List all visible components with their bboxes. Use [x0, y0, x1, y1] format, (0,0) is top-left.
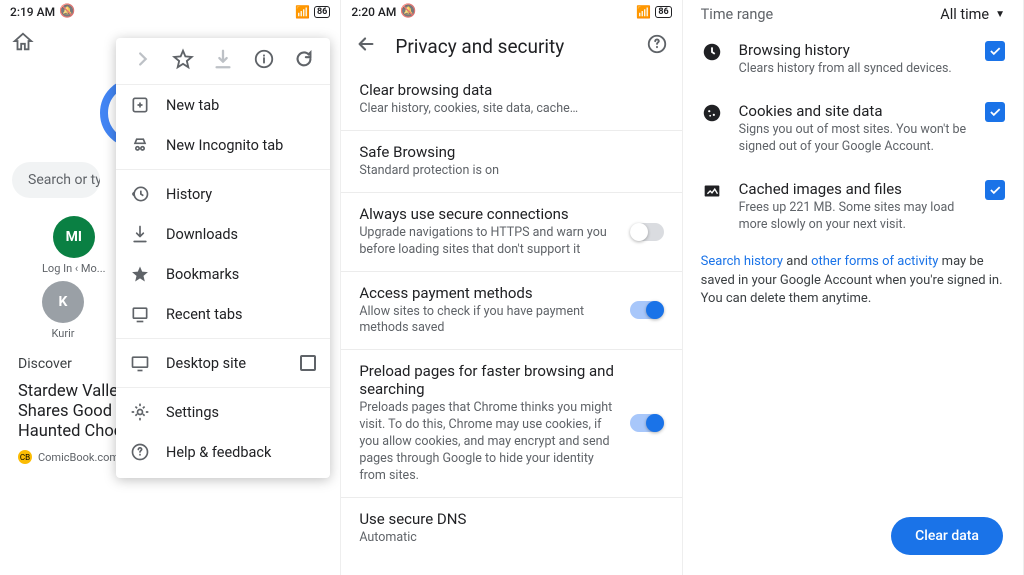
- battery-indicator: 86: [314, 6, 330, 18]
- menu-new-tab[interactable]: New tab: [116, 85, 330, 125]
- dnd-icon: 🔕: [400, 4, 416, 19]
- status-time: 2:19 AM: [10, 5, 55, 19]
- privacy-settings-panel: 2:20 AM 🔕 📶 86 Privacy and security Clea…: [341, 0, 682, 575]
- bookmark-star-icon[interactable]: [172, 48, 194, 74]
- status-time: 2:20 AM: [351, 5, 396, 19]
- menu-help[interactable]: Help & feedback: [116, 432, 330, 472]
- time-range-label: Time range: [701, 6, 774, 23]
- tile-icon: MI: [53, 216, 95, 258]
- cbd-browsing-history[interactable]: Browsing historyClears history from all …: [683, 29, 1023, 90]
- help-icon[interactable]: [646, 33, 668, 59]
- home-with-menu-panel: 2:19 AM 🔕 📶 86 Search or type MI Log In …: [0, 0, 341, 575]
- info-icon[interactable]: [253, 48, 275, 74]
- tile-label: Kurir: [52, 327, 75, 340]
- desktop-site-checkbox[interactable]: [300, 355, 316, 371]
- menu-settings[interactable]: Settings: [116, 392, 330, 432]
- tile-label: Log In ‹ Mo...: [42, 262, 106, 275]
- setting-payment-methods[interactable]: Access payment methodsAllow sites to che…: [341, 272, 681, 351]
- tile-icon: K: [42, 281, 84, 323]
- cookie-icon: [701, 102, 723, 128]
- time-range-value: All time: [940, 6, 989, 23]
- toggle-secure-connections[interactable]: [630, 223, 664, 241]
- clock-icon: [701, 41, 723, 67]
- setting-preload-pages[interactable]: Preload pages for faster browsing and se…: [341, 350, 681, 497]
- download-icon: [212, 48, 234, 74]
- menu-downloads[interactable]: Downloads: [116, 214, 330, 254]
- signal-icon: 📶: [636, 5, 651, 19]
- overflow-menu: New tab New Incognito tab History Downlo…: [116, 38, 330, 478]
- shortcut-tile[interactable]: K Kurir: [42, 281, 84, 340]
- setting-clear-browsing-data[interactable]: Clear browsing dataClear history, cookie…: [341, 69, 681, 131]
- setting-safe-browsing[interactable]: Safe BrowsingStandard protection is on: [341, 131, 681, 193]
- menu-incognito[interactable]: New Incognito tab: [116, 125, 330, 165]
- source-badge-icon: CB: [18, 450, 32, 464]
- search-history-link[interactable]: Search history: [701, 254, 783, 269]
- menu-desktop-site[interactable]: Desktop site: [116, 343, 330, 383]
- menu-history[interactable]: History: [116, 174, 330, 214]
- settings-header: Privacy and security: [341, 23, 681, 69]
- reload-icon[interactable]: [293, 48, 315, 74]
- toggle-payment-methods[interactable]: [630, 301, 664, 319]
- activity-note: Search history and other forms of activi…: [683, 245, 1023, 316]
- checkbox-cached[interactable]: [985, 180, 1005, 200]
- other-activity-link[interactable]: other forms of activity: [811, 254, 938, 269]
- image-icon: [701, 180, 723, 206]
- cbd-cookies[interactable]: Cookies and site dataSigns you out of mo…: [683, 90, 1023, 168]
- clear-browsing-data-panel: Time range All time ▼ Browsing historyCle…: [683, 0, 1024, 575]
- dropdown-icon: ▼: [995, 9, 1005, 20]
- menu-recent-tabs[interactable]: Recent tabs: [116, 294, 330, 334]
- checkbox-browsing-history[interactable]: [985, 41, 1005, 61]
- menu-bookmarks[interactable]: Bookmarks: [116, 254, 330, 294]
- page-title: Privacy and security: [395, 35, 627, 58]
- checkbox-cookies[interactable]: [985, 102, 1005, 122]
- shortcut-tile[interactable]: MI Log In ‹ Mo...: [42, 216, 106, 275]
- setting-secure-dns[interactable]: Use secure DNSAutomatic: [341, 498, 681, 559]
- toggle-preload[interactable]: [630, 414, 664, 432]
- status-bar: 2:20 AM 🔕 📶 86: [341, 0, 681, 23]
- signal-icon: 📶: [295, 5, 310, 19]
- setting-secure-connections[interactable]: Always use secure connectionsUpgrade nav…: [341, 193, 681, 272]
- cbd-cached[interactable]: Cached images and filesFrees up 221 MB. …: [683, 168, 1023, 246]
- battery-indicator: 86: [655, 6, 671, 18]
- clear-data-button[interactable]: Clear data: [891, 517, 1003, 555]
- forward-icon: [131, 48, 153, 74]
- back-icon[interactable]: [355, 33, 377, 59]
- time-range-selector[interactable]: Time range All time ▼: [683, 0, 1023, 29]
- search-input[interactable]: Search or type: [12, 162, 100, 198]
- status-bar: 2:19 AM 🔕 📶 86: [0, 0, 340, 23]
- dnd-icon: 🔕: [59, 4, 75, 19]
